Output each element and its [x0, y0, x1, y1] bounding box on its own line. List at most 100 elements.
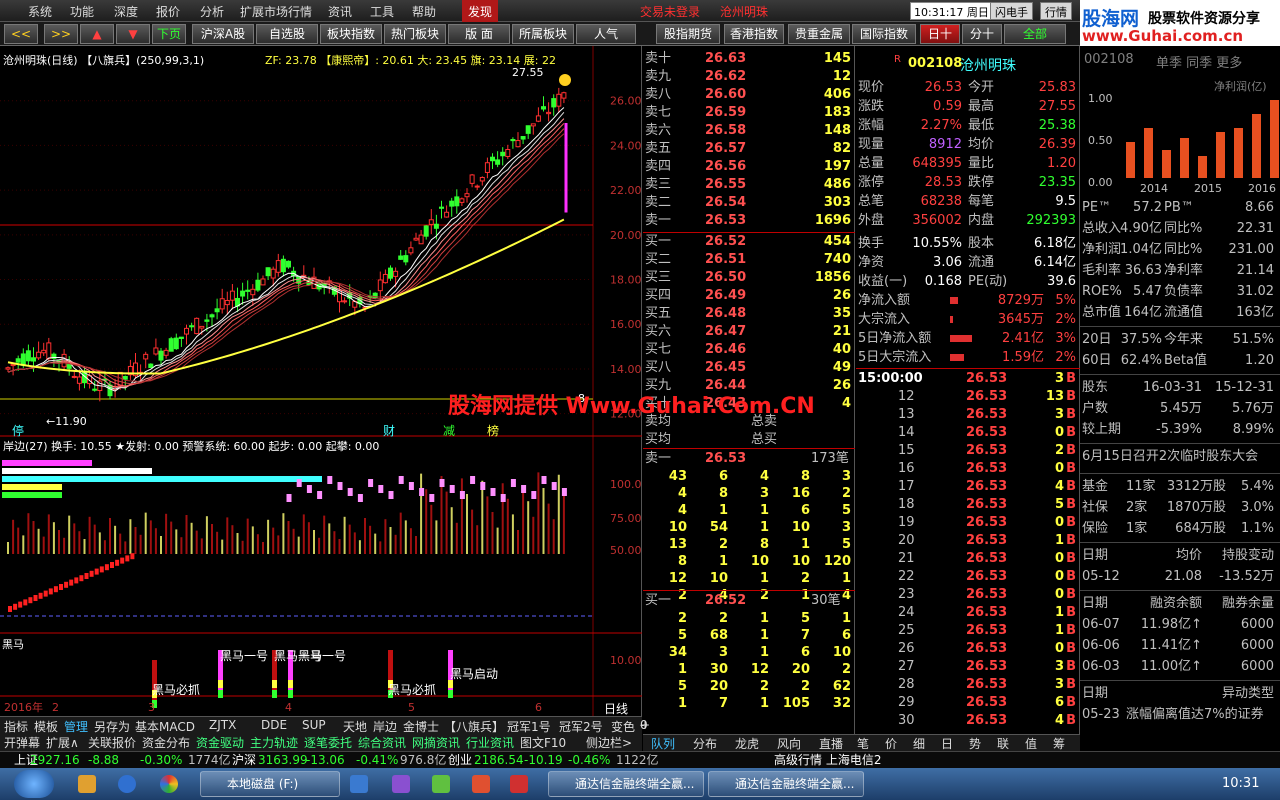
ad-banner[interactable]: 股海网 股票软件资源分享 www.Guhai.com.cn [1080, 0, 1280, 46]
toolbar-button-2[interactable]: ▲ [80, 24, 114, 44]
sell-label: 卖一 [645, 213, 672, 228]
function-tab-3[interactable]: 资金分布 [142, 734, 190, 751]
toolbar-button-6[interactable]: 自选股 [256, 24, 318, 44]
toolbar-button-7[interactable]: 板块指数 [320, 24, 382, 44]
holding-change-hdr: 日期 均价 持股变动 [1082, 546, 1278, 566]
sell-volume: 183 [823, 105, 851, 120]
menu-3[interactable]: 报价 [156, 3, 180, 20]
app-icon-3[interactable] [432, 775, 450, 793]
toolbar-button-11[interactable]: 人气 [576, 24, 636, 44]
f10-tabs[interactable]: 单季 同季 更多 [1156, 52, 1242, 71]
flash-button[interactable]: 闪电手 [990, 2, 1033, 20]
start-button[interactable] [14, 770, 54, 798]
period-label[interactable]: 日线 [604, 700, 628, 717]
function-tab-5[interactable]: 主力轨迹 [250, 734, 298, 751]
quote-tab-5[interactable]: 笔 [857, 735, 869, 752]
quote-tab-10[interactable]: 联 [997, 735, 1009, 752]
indicator-tab-12[interactable]: 冠军1号 [507, 718, 551, 735]
tick-side: B [1066, 371, 1076, 386]
indicator-tab-7[interactable]: SUP [302, 718, 326, 732]
quote-tab-8[interactable]: 日 [941, 735, 953, 752]
toolbar-button-17[interactable]: 分十 [962, 24, 1002, 44]
toolbar-button-1[interactable]: >> [44, 24, 78, 44]
indicator-tab-8[interactable]: 天地 [343, 718, 367, 735]
menu-8[interactable]: 帮助 [412, 3, 436, 20]
toolbar-button-0[interactable]: << [4, 24, 38, 44]
app-icon-2[interactable] [392, 775, 410, 793]
toolbar-button-3[interactable]: ▼ [116, 24, 150, 44]
menu-4[interactable]: 分析 [200, 3, 224, 20]
quote-tab-2[interactable]: 龙虎 [735, 735, 759, 752]
ind1-stair [28, 597, 33, 604]
explorer-icon[interactable] [78, 775, 96, 793]
function-tab-0[interactable]: 开弹幕 [4, 734, 40, 751]
function-tab-7[interactable]: 综合资讯 [358, 734, 406, 751]
indicator-tab-5[interactable]: ZJTX [209, 718, 236, 732]
function-tab-10[interactable]: 图文F10 [520, 734, 566, 751]
function-tab-1[interactable]: 扩展∧ [46, 734, 79, 751]
quote-tab-1[interactable]: 分布 [693, 735, 717, 752]
indicator-tab-6[interactable]: DDE [261, 718, 287, 732]
toolbar-button-13[interactable]: 香港指数 [724, 24, 784, 44]
toolbar-button-18[interactable]: 全部 [1004, 24, 1066, 44]
toolbar-button-9[interactable]: 版 面 [448, 24, 510, 44]
buy1-queue-cell: 1 [759, 696, 769, 711]
menu-6[interactable]: 资讯 [328, 3, 352, 20]
media-icon[interactable] [118, 775, 136, 793]
taskbar-tdx-1[interactable]: 通达信金融终端全赢... [548, 771, 704, 797]
ind1-stair [48, 588, 53, 595]
function-tab-2[interactable]: 关联报价 [88, 734, 136, 751]
indicator-tab-3[interactable]: 另存为 [94, 718, 130, 735]
quote-tab-12[interactable]: 筹 [1053, 735, 1065, 752]
indicator-tab-0[interactable]: 指标 [4, 718, 28, 735]
toolbar-button-12[interactable]: 股指期货 [656, 24, 720, 44]
quote-tab-7[interactable]: 细 [913, 735, 925, 752]
quote-tab-4[interactable]: 直播 [819, 735, 843, 752]
toolbar-button-16[interactable]: 日十 [920, 24, 960, 44]
menu-1[interactable]: 功能 [70, 3, 94, 20]
kline-chart[interactable]: 26.0024.0022.0020.0018.0016.0014.0012.00… [0, 46, 642, 716]
indicator-tab-13[interactable]: 冠军2号 [559, 718, 603, 735]
indicator-tab-4[interactable]: 基本MACD [135, 718, 195, 735]
kline-chart-panel[interactable]: 26.00 24.00 22.00 20.00 18.00 16.00 14.00 12.00… [0, 46, 642, 716]
quote-tab-3[interactable]: 风向 [777, 735, 801, 752]
function-tab-6[interactable]: 逐笔委托 [304, 734, 352, 751]
app-icon-5[interactable] [510, 775, 528, 793]
menu-7[interactable]: 工具 [370, 3, 394, 20]
toolbar-button-15[interactable]: 国际指数 [852, 24, 916, 44]
indicator-tab-10[interactable]: 金博士 [403, 718, 439, 735]
toolbar-button-5[interactable]: 沪深A股 [192, 24, 254, 44]
quote-tab-9[interactable]: 势 [969, 735, 981, 752]
quote-tab-6[interactable]: 价 [885, 735, 897, 752]
indicator-tab-9[interactable]: 岸边 [373, 718, 397, 735]
taskbar-tdx-2[interactable]: 通达信金融终端全赢... [708, 771, 864, 797]
function-tab-8[interactable]: 网摘资讯 [412, 734, 460, 751]
quote-tab-0[interactable]: 队列 [651, 735, 675, 752]
quote-tab-11[interactable]: 值 [1025, 735, 1037, 752]
function-tab-4[interactable]: 资金驱动 [196, 734, 244, 751]
indicator-tab-17[interactable]: 0 [640, 718, 648, 732]
indicator-tab-1[interactable]: 模板 [34, 718, 58, 735]
taskbar-disk-f[interactable]: 本地磁盘 (F:) [200, 771, 340, 797]
function-tab-11[interactable]: 侧边栏> [586, 734, 632, 751]
quote-button[interactable]: 行情 [1040, 2, 1072, 20]
meeting-notice[interactable]: 6月15日召开2次临时股东大会 [1082, 447, 1278, 467]
menu-5[interactable]: 扩展市场行情 [240, 3, 312, 20]
menu-2[interactable]: 深度 [114, 3, 138, 20]
app-icon-4[interactable] [472, 775, 490, 793]
toolbar-button-10[interactable]: 所属板块 [512, 24, 574, 44]
app-icon-1[interactable] [350, 775, 368, 793]
indicator-tab-11[interactable]: 【八旗兵】 [444, 718, 504, 735]
buy1-queue-row: 5 68 1 7 6 [643, 627, 855, 644]
function-tab-9[interactable]: 行业资讯 [466, 734, 514, 751]
menu-discover[interactable]: 发现 [462, 0, 499, 23]
browser-icon[interactable] [160, 775, 178, 793]
info-row-8: 换手 10.55% 股本 6.18亿 [856, 234, 1080, 253]
toolbar-button-14[interactable]: 贵重金属 [788, 24, 850, 44]
menu-0[interactable]: 系统 [28, 3, 52, 20]
toolbar-button-4[interactable]: 下页 [152, 24, 186, 44]
flow-row-2: 5日净流入额 2.41亿 3% [856, 329, 1080, 348]
indicator-tab-2[interactable]: 管理 [64, 718, 88, 735]
toolbar-button-8[interactable]: 热门板块 [384, 24, 446, 44]
taskbar-clock[interactable]: 10:31 [1222, 776, 1259, 791]
